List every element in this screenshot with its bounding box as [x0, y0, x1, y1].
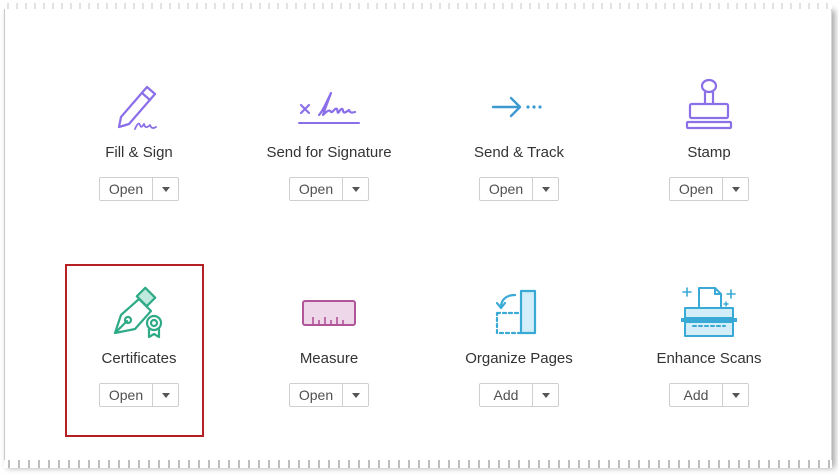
tool-button-group: Open [99, 177, 179, 201]
open-button[interactable]: Open [290, 384, 343, 406]
tool-label: Send for Signature [266, 144, 392, 161]
dropdown-button[interactable] [343, 384, 368, 406]
caret-down-icon [351, 186, 360, 192]
add-button[interactable]: Add [480, 384, 533, 406]
dropdown-button[interactable] [153, 178, 178, 200]
tool-label: Stamp [687, 144, 731, 161]
tool-button-group: Add [479, 383, 559, 407]
tool-button-group: Open [289, 177, 369, 201]
stamp-icon [614, 78, 804, 136]
tool-send-track[interactable]: Send & Track Open [424, 78, 614, 218]
tool-button-group: Open [479, 177, 559, 201]
dropdown-button[interactable] [343, 178, 368, 200]
caret-down-icon [351, 392, 360, 398]
caret-down-icon [541, 392, 550, 398]
certificates-highlight-box [65, 264, 204, 437]
tool-organize-pages[interactable]: Organize Pages Add [424, 284, 614, 424]
tool-button-group: Add [669, 383, 749, 407]
tool-label: Fill & Sign [105, 144, 173, 161]
measure-icon [234, 284, 424, 342]
tool-button-group: Open [669, 177, 749, 201]
dropdown-button[interactable] [533, 384, 558, 406]
send-for-signature-icon [234, 78, 424, 136]
send-track-icon [424, 78, 614, 136]
dropdown-button[interactable] [723, 384, 748, 406]
tool-label: Enhance Scans [656, 350, 762, 367]
open-button[interactable]: Open [290, 178, 343, 200]
open-button[interactable]: Open [480, 178, 533, 200]
tool-enhance-scans[interactable]: Enhance Scans Add [614, 284, 804, 424]
fill-sign-icon [44, 78, 234, 136]
tool-button-group: Open [289, 383, 369, 407]
tool-label: Organize Pages [465, 350, 573, 367]
caret-down-icon [731, 186, 740, 192]
tool-fill-sign[interactable]: Fill & Sign Open [44, 78, 234, 218]
add-button[interactable]: Add [670, 384, 723, 406]
dropdown-button[interactable] [723, 178, 748, 200]
caret-down-icon [541, 186, 550, 192]
tool-label: Send & Track [473, 144, 565, 161]
caret-down-icon [161, 186, 170, 192]
open-button[interactable]: Open [670, 178, 723, 200]
tool-measure[interactable]: Measure Open [234, 284, 424, 424]
tool-send-for-signature[interactable]: Send for Signature Open [234, 78, 424, 218]
caret-down-icon [731, 392, 740, 398]
dropdown-button[interactable] [533, 178, 558, 200]
tool-stamp[interactable]: Stamp Open [614, 78, 804, 218]
enhance-scans-icon [614, 284, 804, 342]
tool-label: Measure [299, 350, 359, 367]
organize-pages-icon [424, 284, 614, 342]
open-button[interactable]: Open [100, 178, 153, 200]
